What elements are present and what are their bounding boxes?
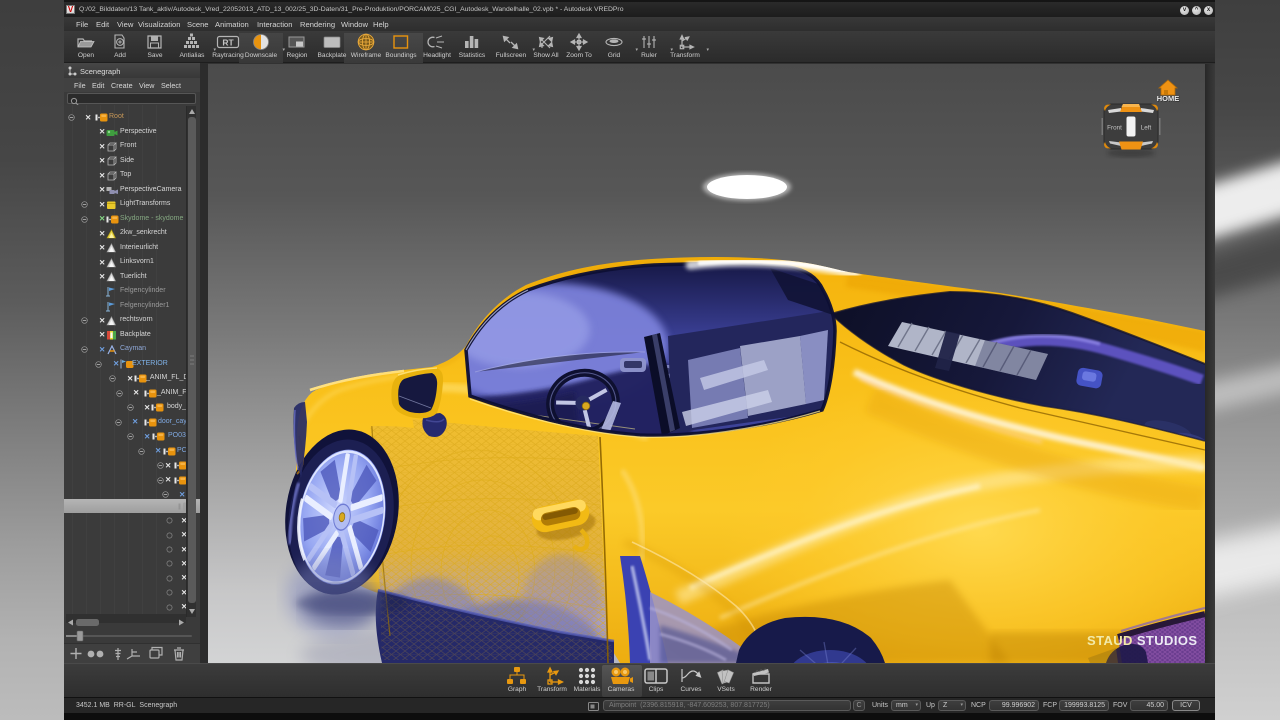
svg-text:STAUD STUDIOS: STAUD STUDIOS bbox=[1087, 633, 1197, 648]
svg-text:RT: RT bbox=[222, 38, 234, 48]
svg-text:HOME: HOME bbox=[1157, 94, 1180, 103]
svg-text:Front: Front bbox=[1107, 125, 1122, 132]
svg-text:Left: Left bbox=[1141, 125, 1152, 132]
